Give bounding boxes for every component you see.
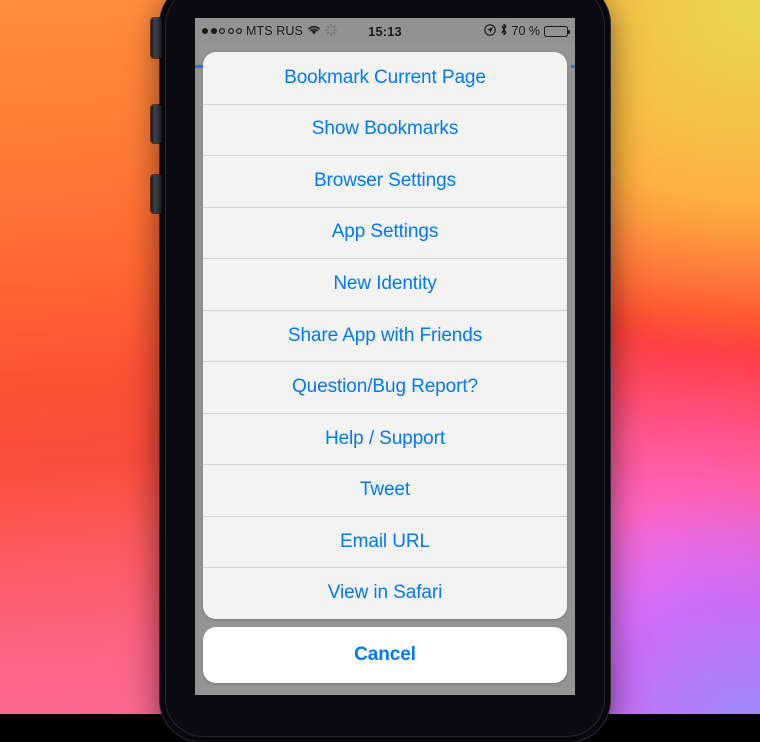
volume-up-button[interactable] <box>151 105 162 143</box>
action-item-label: Share App with Friends <box>287 324 483 346</box>
action-item-share-app-with-friends[interactable]: Share App with Friends <box>203 309 567 362</box>
action-sheet: Bookmark Current Page Show Bookmarks Bro… <box>203 52 567 683</box>
action-item-bookmark-current-page[interactable]: Bookmark Current Page <box>203 52 567 104</box>
action-item-label: App Settings <box>331 221 439 243</box>
cancel-button[interactable]: Cancel <box>203 627 567 683</box>
action-item-label: Browser Settings <box>313 169 456 191</box>
action-item-view-in-safari[interactable]: View in Safari <box>203 567 567 619</box>
action-item-label: New Identity <box>333 272 437 294</box>
cancel-button-label: Cancel <box>354 644 416 665</box>
action-item-label: Bookmark Current Page <box>284 66 486 88</box>
phone-screen: MTS RUS 15:13 70 % Bookmark Current Page… <box>195 18 575 695</box>
volume-down-button[interactable] <box>151 175 162 213</box>
action-item-label: Email URL <box>340 530 430 552</box>
action-item-question-bug-report[interactable]: Question/Bug Report? <box>203 361 567 413</box>
action-item-help-support[interactable]: Help / Support <box>203 412 567 465</box>
action-item-browser-settings[interactable]: Browser Settings <box>203 155 567 207</box>
action-sheet-options-group: Bookmark Current Page Show Bookmarks Bro… <box>203 52 567 619</box>
phone-device: MTS RUS 15:13 70 % Bookmark Current Page… <box>151 0 610 742</box>
action-item-label: Question/Bug Report? <box>291 376 478 398</box>
action-item-show-bookmarks[interactable]: Show Bookmarks <box>203 103 567 156</box>
action-item-new-identity[interactable]: New Identity <box>203 258 567 310</box>
action-item-label: Help / Support <box>324 427 446 449</box>
action-item-email-url[interactable]: Email URL <box>203 515 567 568</box>
action-item-tweet[interactable]: Tweet <box>203 464 567 516</box>
silent-switch-button[interactable] <box>151 18 162 58</box>
action-item-label: Show Bookmarks <box>311 118 459 140</box>
action-item-label: View in Safari <box>327 582 443 604</box>
action-item-label: Tweet <box>359 479 411 501</box>
action-item-app-settings[interactable]: App Settings <box>203 206 567 259</box>
